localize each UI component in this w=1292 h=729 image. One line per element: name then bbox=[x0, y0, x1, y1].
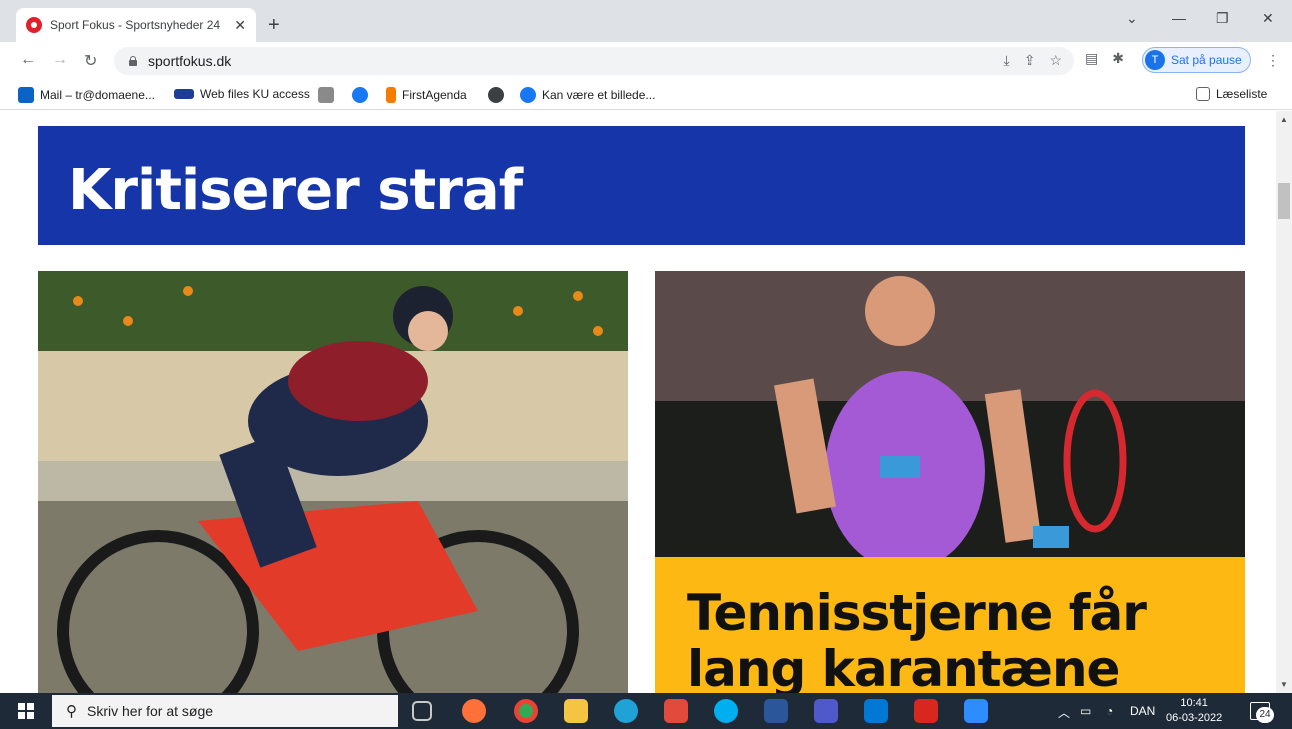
bookmark-facebook[interactable] bbox=[352, 87, 374, 103]
wifi-icon[interactable]: ◔ bbox=[1106, 704, 1113, 718]
clock-date: 06-03-2022 bbox=[1166, 712, 1223, 724]
tab-strip: Sport Fokus - Sportsnyheder 24 ✕ + ⌄ — ❐… bbox=[0, 0, 1292, 42]
extensions-puzzle-icon[interactable]: ✱ bbox=[1112, 50, 1124, 67]
ku-icon bbox=[174, 89, 194, 99]
bookmark-globe[interactable] bbox=[488, 87, 510, 103]
article-card-tennis[interactable]: Tennisstjerne får lang karantæne bbox=[655, 271, 1245, 693]
bookmark-label: Mail – tr@domaene... bbox=[40, 88, 155, 102]
tray-chevron-icon[interactable]: ︿ bbox=[1058, 704, 1070, 721]
zoom-icon[interactable] bbox=[964, 699, 988, 723]
document-extension-icon[interactable]: ▤ bbox=[1085, 50, 1098, 67]
file-explorer-icon[interactable] bbox=[564, 699, 588, 723]
scroll-up-arrow-icon[interactable]: ▲ bbox=[1280, 115, 1288, 124]
close-window-button[interactable]: ✕ bbox=[1262, 10, 1274, 27]
firefox-icon[interactable] bbox=[462, 699, 486, 723]
globe-icon bbox=[488, 87, 504, 103]
address-bar[interactable]: sportfokus.dk ⤓ ⇪ ☆ bbox=[114, 47, 1074, 75]
card-right-caption[interactable]: Tennisstjerne får lang karantæne bbox=[687, 585, 1207, 693]
bookmark-kan-vaere[interactable]: Kan være et billede... bbox=[520, 87, 655, 103]
bookmark-star-icon[interactable]: ☆ bbox=[1049, 52, 1062, 69]
acrobat-icon[interactable] bbox=[914, 699, 938, 723]
search-placeholder: Skriv her for at søge bbox=[87, 703, 214, 719]
bookmark-label: Web files KU access bbox=[200, 87, 310, 101]
page-viewport: Kritiserer straf Tennisstjerne får lang … bbox=[0, 111, 1276, 693]
app-5-icon[interactable] bbox=[664, 699, 688, 723]
new-tab-button[interactable]: + bbox=[268, 14, 280, 37]
scroll-down-arrow-icon[interactable]: ▼ bbox=[1280, 680, 1288, 689]
tab-close-icon[interactable]: ✕ bbox=[234, 17, 246, 34]
building-icon bbox=[318, 87, 334, 103]
bookmark-label: FirstAgenda bbox=[402, 88, 467, 102]
skype-icon[interactable] bbox=[714, 699, 738, 723]
extension-area: ▤ ✱ bbox=[1085, 50, 1124, 67]
scrollbar-thumb[interactable] bbox=[1278, 183, 1290, 219]
back-button[interactable]: ← bbox=[20, 51, 36, 69]
taskbar-clock[interactable]: 10:41 06-03-2022 bbox=[1166, 696, 1222, 726]
edge-icon[interactable] bbox=[614, 699, 638, 723]
facebook-icon bbox=[520, 87, 536, 103]
notification-count-badge: 24 bbox=[1256, 707, 1274, 723]
sportfokus-favicon-icon bbox=[26, 17, 42, 33]
share-icon[interactable]: ⇪ bbox=[1024, 52, 1036, 69]
restore-button[interactable]: ❐ bbox=[1216, 10, 1229, 27]
headline-title[interactable]: Kritiserer straf bbox=[68, 158, 523, 223]
cyclist-photo bbox=[38, 271, 628, 693]
article-card-cycling[interactable] bbox=[38, 271, 628, 693]
lock-icon bbox=[128, 56, 138, 66]
minimize-button[interactable]: — bbox=[1172, 10, 1186, 26]
reading-list-icon bbox=[1196, 87, 1210, 101]
page-scrollbar[interactable]: ▲ ▼ bbox=[1276, 111, 1292, 693]
search-icon: ⚲ bbox=[66, 703, 77, 720]
profile-button[interactable]: T Sat på pause bbox=[1142, 47, 1251, 73]
outlook-icon[interactable] bbox=[864, 699, 888, 723]
caption-box: Tennisstjerne får lang karantæne bbox=[655, 557, 1245, 693]
forward-button[interactable]: → bbox=[52, 51, 68, 69]
firstagenda-icon bbox=[386, 87, 396, 103]
windows-start-icon[interactable] bbox=[18, 703, 34, 719]
tab-search-icon[interactable]: ⌄ bbox=[1126, 10, 1138, 27]
language-indicator[interactable]: DAN bbox=[1130, 704, 1155, 718]
reading-list-label: Læseliste bbox=[1216, 87, 1268, 101]
clock-time: 10:41 bbox=[1180, 697, 1208, 709]
word-icon[interactable] bbox=[764, 699, 788, 723]
bookmark-building[interactable] bbox=[318, 87, 340, 103]
reload-button[interactable]: ↻ bbox=[84, 51, 97, 71]
bookmark-web-files[interactable]: Web files KU access bbox=[174, 87, 310, 101]
menu-kebab-icon[interactable]: ⋮ bbox=[1266, 52, 1280, 69]
profile-status: Sat på pause bbox=[1171, 53, 1242, 67]
tab-title: Sport Fokus - Sportsnyheder 24 bbox=[50, 18, 221, 32]
chrome-icon[interactable] bbox=[514, 699, 538, 723]
avatar: T bbox=[1145, 50, 1165, 70]
outlook-icon bbox=[18, 87, 34, 103]
url-text: sportfokus.dk bbox=[148, 53, 232, 69]
bookmark-mail[interactable]: Mail – tr@domaene... bbox=[18, 87, 155, 103]
windows-taskbar: ⚲ Skriv her for at søge ︿ ▭ ◔ DAN 10:41 … bbox=[0, 693, 1292, 729]
tab-sport-fokus[interactable]: Sport Fokus - Sportsnyheder 24 ✕ bbox=[16, 8, 256, 42]
battery-icon[interactable]: ▭ bbox=[1080, 704, 1091, 718]
taskbar-search-input[interactable]: ⚲ Skriv her for at søge bbox=[52, 695, 398, 727]
bookmark-firstagenda[interactable]: FirstAgenda bbox=[386, 87, 467, 103]
teams-icon[interactable] bbox=[814, 699, 838, 723]
install-app-icon[interactable]: ⤓ bbox=[1004, 52, 1010, 69]
tennis-player-photo bbox=[655, 271, 1245, 571]
headline-banner[interactable]: Kritiserer straf bbox=[38, 126, 1245, 245]
reading-list-button[interactable]: Læseliste bbox=[1196, 87, 1267, 101]
bookmarks-bar: Mail – tr@domaene... Web files KU access… bbox=[0, 80, 1292, 110]
facebook-icon bbox=[352, 87, 368, 103]
task-view-icon[interactable] bbox=[412, 701, 432, 721]
bookmark-label: Kan være et billede... bbox=[542, 88, 656, 102]
